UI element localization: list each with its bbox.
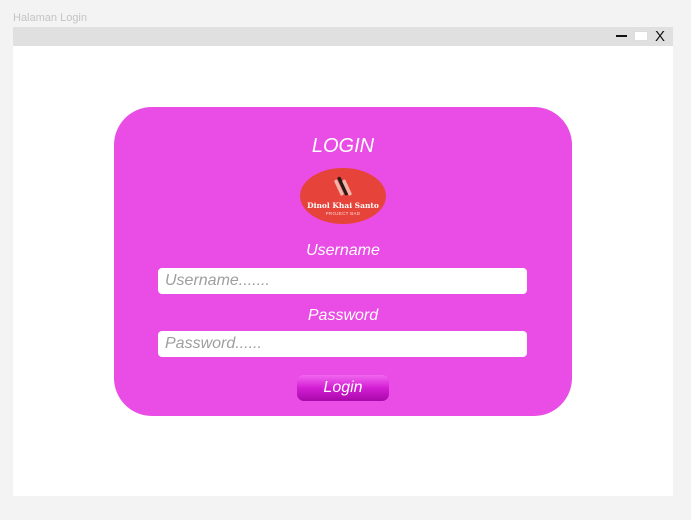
minimize-button[interactable] <box>615 27 629 46</box>
logo-subtitle: PROJECT BAD <box>325 211 361 216</box>
logo: Dinol Khai Santo PROJECT BAD <box>300 168 386 224</box>
login-card: LOGIN Dinol Khai Santo PROJECT BAD Usern… <box>114 107 572 416</box>
username-input[interactable] <box>158 268 527 294</box>
minimize-icon <box>616 35 627 37</box>
password-input[interactable] <box>158 331 527 357</box>
title-bar[interactable]: X <box>13 27 673 46</box>
maximize-button[interactable] <box>633 27 649 46</box>
username-label: Username <box>306 242 380 259</box>
window-caption: Halaman Login <box>13 12 87 24</box>
logo-name: Dinol Khai Santo <box>307 201 379 210</box>
login-button[interactable]: Login <box>297 375 389 401</box>
login-title: LOGIN <box>311 135 375 157</box>
password-label: Password <box>307 307 379 324</box>
logo-mark-icon <box>334 176 352 196</box>
close-button[interactable]: X <box>653 27 667 46</box>
login-window: X LOGIN Dinol Khai Santo PROJECT BAD Use… <box>13 27 673 496</box>
maximize-icon <box>634 31 648 41</box>
